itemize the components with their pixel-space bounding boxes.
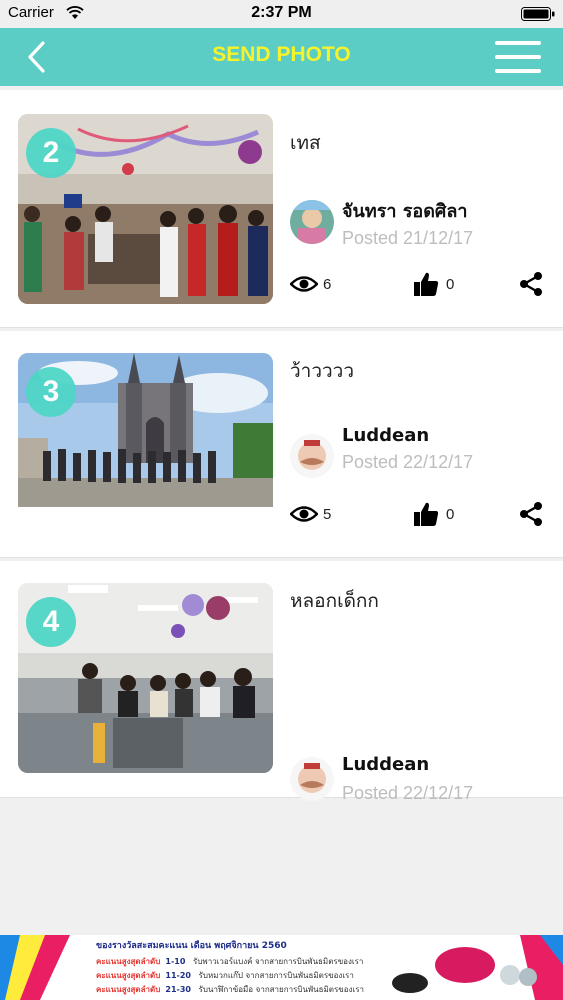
post-photo[interactable]: 4 xyxy=(18,583,273,773)
post-photo[interactable]: 3 xyxy=(18,353,273,543)
photo-feed[interactable]: 2 เทส จันทรา รอดศิลา Posted 21/12/17 6 0 xyxy=(0,90,563,935)
status-time: 2:37 PM xyxy=(251,4,312,21)
ad-row: คะแนนสูงสุดลำดับ 21-30 รับนาฬิกาข้อมือ จ… xyxy=(96,985,365,994)
rank-badge: 3 xyxy=(26,367,76,417)
post-caption: เทส xyxy=(290,132,321,154)
rank-badge: 2 xyxy=(26,128,76,178)
post-caption: ว้าวววว xyxy=(290,360,355,382)
author-name: Luddean xyxy=(342,754,430,775)
post-card[interactable]: 2 เทส จันทรา รอดศิลา Posted 21/12/17 6 0 xyxy=(0,90,563,328)
view-count: 5 xyxy=(323,506,332,523)
avatar-image xyxy=(290,757,334,801)
posted-date: Posted 21/12/17 xyxy=(342,228,474,248)
posted-date: Posted 22/12/17 xyxy=(342,783,474,803)
wifi-icon xyxy=(66,6,84,19)
eye-icon xyxy=(290,506,318,522)
thumbs-up-icon[interactable] xyxy=(413,501,439,527)
view-count: 6 xyxy=(323,276,332,293)
menu-icon xyxy=(495,41,541,45)
chevron-left-icon xyxy=(28,41,45,73)
post-photo[interactable]: 2 xyxy=(18,114,273,304)
ad-banner[interactable]: ของรางวัลสะสมคะแนน เดือน พฤศจิกายน 2560 … xyxy=(0,935,563,1000)
carrier-label: Carrier xyxy=(8,4,54,21)
eye-icon xyxy=(290,276,318,292)
ad-row: คะแนนสูงสุดลำดับ 11-20 รับหมวกแก๊ป จากสา… xyxy=(96,971,354,980)
menu-button[interactable] xyxy=(495,41,541,73)
avatar-image xyxy=(290,200,334,244)
status-bar: Carrier 2:37 PM xyxy=(0,0,563,28)
thumbs-up-icon[interactable] xyxy=(413,271,439,297)
share-icon[interactable] xyxy=(518,501,544,527)
ad-title: ของรางวัลสะสมคะแนน เดือน พฤศจิกายน 2560 xyxy=(96,941,287,951)
rank-badge: 4 xyxy=(26,597,76,647)
battery-icon xyxy=(521,7,555,21)
like-count: 0 xyxy=(446,506,455,523)
avatar[interactable] xyxy=(290,434,334,478)
avatar-image xyxy=(290,434,334,478)
like-count: 0 xyxy=(446,276,455,293)
avatar[interactable] xyxy=(290,200,334,244)
posted-date: Posted 22/12/17 xyxy=(342,452,474,472)
ad-row: คะแนนสูงสุดลำดับ 1-10 รับพาวเวอร์แบงค์ จ… xyxy=(96,957,364,966)
share-icon[interactable] xyxy=(518,271,544,297)
post-card[interactable]: 4 หลอกเด็กก Luddean Posted 22/12/17 xyxy=(0,561,563,803)
page-title: SEND PHOTO xyxy=(212,43,351,66)
author-name: Luddean xyxy=(342,425,430,446)
post-card[interactable]: 3 ว้าวววว Luddean Posted 22/12/17 5 0 xyxy=(0,331,563,558)
nav-bar: SEND PHOTO xyxy=(0,28,563,86)
post-caption: หลอกเด็กก xyxy=(290,590,379,612)
back-button[interactable] xyxy=(18,38,54,76)
avatar[interactable] xyxy=(290,757,334,801)
author-name: จันทรา รอดศิลา xyxy=(342,201,468,222)
